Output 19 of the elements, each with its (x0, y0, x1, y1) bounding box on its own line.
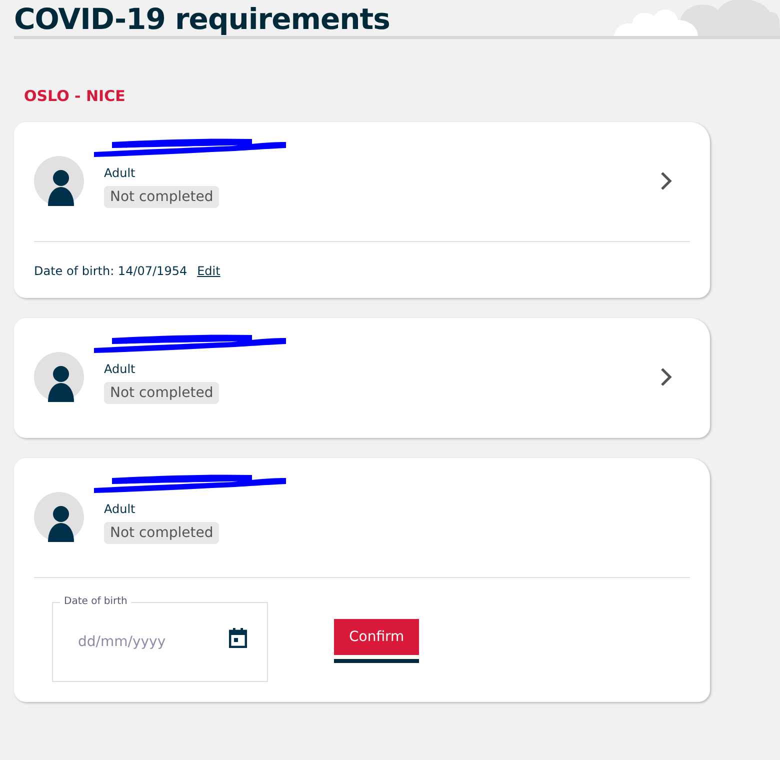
date-field[interactable]: Date of birth dd/mm/yyyy (52, 596, 268, 682)
date-of-birth: Date of birth: 14/07/1954 (34, 264, 188, 278)
route-heading: OSLO - NICE (23, 86, 126, 105)
avatar-icon (34, 350, 84, 404)
chevron-right-icon[interactable] (660, 367, 672, 387)
status-badge: Not completed (104, 186, 220, 208)
avatar-icon (34, 490, 84, 544)
passenger-type: Adult (104, 166, 136, 180)
edit-link[interactable]: Edit (197, 264, 220, 278)
avatar-icon (34, 154, 84, 208)
passenger-type: Adult (104, 502, 136, 516)
passenger-type: Adult (104, 362, 136, 376)
status-badge: Not completed (104, 522, 220, 544)
status-badge: Not completed (104, 382, 220, 404)
page-title: COVID-19 requirements (14, 2, 390, 36)
confirm-button[interactable]: Confirm (334, 619, 420, 663)
chevron-right-icon[interactable] (660, 171, 672, 191)
field-label: Date of birth (63, 596, 128, 608)
calendar-icon[interactable] (229, 628, 247, 648)
